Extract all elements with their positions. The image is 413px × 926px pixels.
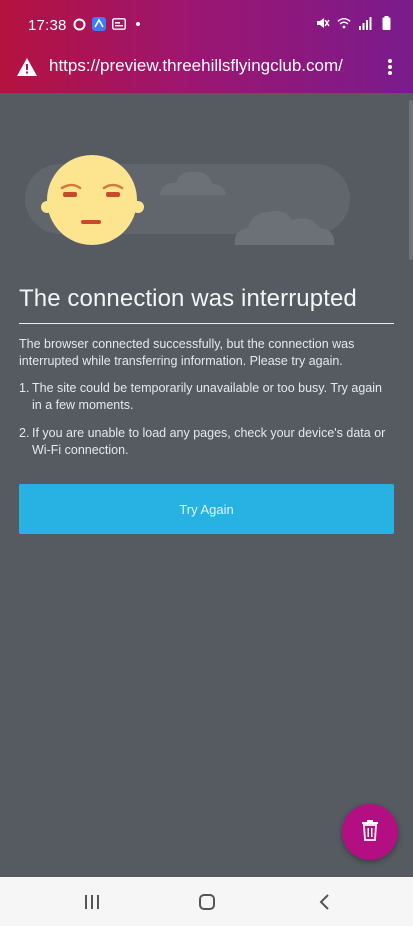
fab-button[interactable] [342, 804, 398, 860]
wifi-icon [337, 16, 351, 30]
kebab-menu-icon[interactable] [385, 56, 395, 78]
home-icon[interactable] [195, 890, 219, 914]
sync-icon [72, 17, 86, 31]
card-icon [112, 17, 126, 31]
status-icons-left [72, 17, 140, 31]
list-item: 2. If you are unable to load any pages, … [19, 425, 394, 459]
battery-icon [379, 16, 393, 30]
signal-icon [358, 16, 372, 30]
tips-list: 1. The site could be temporarily unavail… [19, 380, 394, 459]
url-text[interactable]: https://preview.threehillsflyingclub.com… [49, 56, 343, 76]
app-icon [92, 17, 106, 31]
back-icon[interactable] [312, 890, 336, 914]
error-description: The browser connected successfully, but … [19, 337, 355, 368]
status-bar: 17:38 [0, 0, 413, 46]
list-item: 1. The site could be temporarily unavail… [19, 380, 394, 414]
list-item-text: The site could be temporarily unavailabl… [32, 381, 382, 412]
warning-icon[interactable] [16, 56, 38, 78]
error-illustration [20, 150, 360, 260]
status-icons-right [316, 16, 393, 30]
list-item-number: 1. [19, 381, 30, 395]
list-item-number: 2. [19, 426, 30, 440]
scrollbar[interactable] [409, 100, 413, 260]
url-bar[interactable]: https://preview.threehillsflyingclub.com… [0, 46, 413, 93]
page-title: The connection was interrupted [19, 285, 394, 324]
try-again-button[interactable]: Try Again [19, 484, 394, 534]
system-nav-bar [0, 877, 413, 926]
trash-icon [360, 819, 380, 846]
dot-icon [136, 22, 140, 26]
status-time: 17:38 [28, 17, 67, 34]
mute-icon [316, 16, 330, 30]
browser-chrome: 17:38 https://preview.threehillsflyingcl… [0, 0, 413, 93]
recent-apps-icon[interactable] [80, 890, 104, 914]
sad-face-clouds-illustration [25, 155, 350, 245]
list-item-text: If you are unable to load any pages, che… [32, 426, 386, 457]
error-content: The connection was interrupted The brows… [19, 285, 394, 470]
